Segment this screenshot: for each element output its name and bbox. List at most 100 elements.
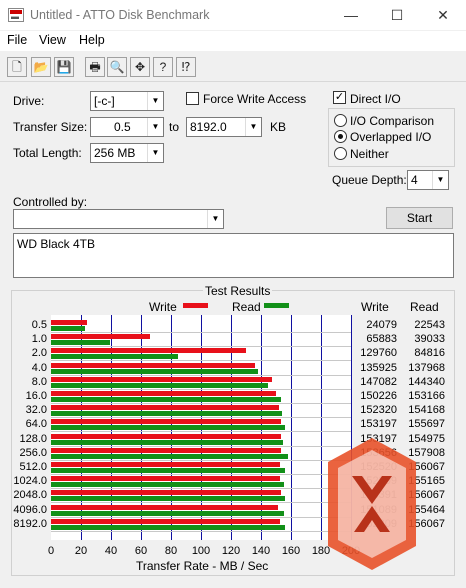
write-bar-64.0 bbox=[51, 419, 281, 425]
read-bar-128.0 bbox=[51, 439, 284, 445]
move-icon[interactable]: ✥ bbox=[130, 57, 150, 77]
write-bar-4096.0 bbox=[51, 504, 278, 510]
read-bar-0.5 bbox=[51, 326, 85, 331]
gridline-horizontal bbox=[51, 388, 351, 390]
controlled-by-label: Controlled by: bbox=[13, 195, 88, 209]
legend-read-label: Read bbox=[232, 300, 261, 314]
open-folder-icon[interactable]: 📂 bbox=[31, 57, 51, 77]
new-file-icon[interactable]: 🗋 bbox=[7, 57, 27, 77]
write-bar-2048.0 bbox=[51, 490, 282, 496]
read-value: 154168 bbox=[408, 404, 445, 417]
menu-help[interactable]: Help bbox=[79, 33, 105, 47]
drive-value: [-c-] bbox=[94, 94, 115, 108]
maximize-button[interactable]: ☐ bbox=[374, 0, 420, 30]
write-value: 65883 bbox=[366, 333, 397, 346]
read-value: 155697 bbox=[408, 418, 445, 431]
print-preview-icon[interactable]: 🔍 bbox=[107, 57, 127, 77]
read-value: 39033 bbox=[414, 333, 445, 346]
save-icon[interactable]: 💾 bbox=[54, 57, 74, 77]
gridline-horizontal bbox=[51, 445, 351, 447]
x-tick-label: 160 bbox=[281, 545, 301, 557]
help-icon[interactable]: ? bbox=[153, 57, 173, 77]
controlled-by-select[interactable]: ▼ bbox=[13, 209, 224, 229]
io-comparison-radio[interactable] bbox=[334, 114, 347, 127]
chevron-down-icon: ▼ bbox=[245, 118, 261, 136]
transfer-from-select[interactable]: 0.5 ▼ bbox=[90, 117, 164, 137]
read-bar-1024.0 bbox=[51, 482, 284, 488]
menu-file[interactable]: File bbox=[7, 33, 27, 47]
category-label: 8.0 bbox=[31, 375, 47, 388]
gridline-vertical bbox=[291, 315, 292, 540]
total-length-select[interactable]: 256 MB ▼ bbox=[90, 143, 164, 163]
legend-read-swatch bbox=[264, 303, 289, 308]
description-text: WD Black 4TB bbox=[17, 237, 96, 251]
menu-view[interactable]: View bbox=[39, 33, 66, 47]
transfer-to-select[interactable]: 8192.0 ▼ bbox=[186, 117, 262, 137]
force-write-checkbox[interactable] bbox=[186, 92, 199, 105]
read-value: 84816 bbox=[414, 347, 445, 360]
write-bar-16.0 bbox=[51, 391, 277, 396]
x-tick-label: 0 bbox=[47, 545, 55, 557]
write-bar-32.0 bbox=[51, 405, 280, 411]
transfer-from-value: 0.5 bbox=[114, 120, 131, 134]
total-length-value: 256 MB bbox=[94, 146, 136, 160]
category-label: 32.0 bbox=[25, 404, 47, 417]
gridline-horizontal bbox=[51, 346, 351, 348]
read-bar-32.0 bbox=[51, 411, 283, 417]
read-bar-8192.0 bbox=[51, 524, 286, 530]
gridline-horizontal bbox=[51, 474, 351, 475]
transfer-size-label: Transfer Size: bbox=[13, 120, 88, 134]
write-bar-0.5 bbox=[51, 320, 88, 325]
minimize-button[interactable]: — bbox=[328, 0, 374, 30]
x-tick-label: 40 bbox=[104, 545, 118, 557]
drive-select[interactable]: [-c-] ▼ bbox=[90, 91, 164, 111]
x-tick-label: 60 bbox=[134, 545, 148, 557]
category-label: 128.0 bbox=[19, 432, 47, 445]
gridline-horizontal bbox=[51, 332, 351, 333]
read-bar-512.0 bbox=[51, 468, 286, 473]
gridline-horizontal bbox=[51, 488, 351, 490]
chevron-down-icon: ▼ bbox=[432, 171, 448, 189]
print-icon[interactable]: 🖶 bbox=[85, 57, 105, 77]
direct-io-label: Direct I/O bbox=[350, 92, 401, 106]
write-bar-8.0 bbox=[51, 376, 272, 382]
x-axis-label: Transfer Rate - MB / Sec bbox=[136, 559, 269, 573]
column-write-header: Write bbox=[361, 300, 389, 314]
read-bar-64.0 bbox=[51, 425, 285, 431]
force-write-label: Force Write Access bbox=[203, 92, 307, 106]
neither-radio[interactable] bbox=[334, 147, 347, 160]
gridline-horizontal bbox=[51, 417, 351, 419]
chart-plot-area bbox=[51, 315, 352, 540]
read-bar-8.0 bbox=[51, 382, 268, 388]
write-value: 152320 bbox=[360, 404, 397, 417]
gridline-horizontal bbox=[51, 403, 351, 404]
close-button[interactable]: ✕ bbox=[420, 0, 466, 30]
read-value: 137968 bbox=[408, 361, 445, 374]
context-help-icon[interactable]: ⁉ bbox=[176, 57, 196, 77]
description-textarea[interactable]: WD Black 4TB bbox=[13, 233, 454, 278]
drive-label: Drive: bbox=[13, 94, 45, 108]
gridline-horizontal bbox=[51, 530, 351, 532]
write-bar-4.0 bbox=[51, 362, 255, 368]
category-label: 8192.0 bbox=[13, 517, 47, 530]
chevron-down-icon: ▼ bbox=[207, 210, 223, 228]
write-bar-256.0 bbox=[51, 447, 282, 453]
watermark-logo bbox=[328, 438, 416, 570]
x-tick-label: 80 bbox=[164, 545, 178, 557]
write-value: 24079 bbox=[366, 319, 397, 331]
write-bar-8192.0 bbox=[51, 518, 281, 524]
overlapped-io-radio[interactable] bbox=[334, 130, 347, 143]
queue-depth-value: 4 bbox=[411, 173, 418, 187]
window-title: Untitled - ATTO Disk Benchmark bbox=[30, 8, 210, 22]
category-label: 1.0 bbox=[31, 333, 47, 346]
menu-bar bbox=[0, 31, 466, 51]
queue-depth-select[interactable]: 4 ▼ bbox=[407, 170, 449, 190]
read-bar-4.0 bbox=[51, 368, 258, 374]
write-value: 150226 bbox=[360, 390, 397, 402]
x-tick-label: 120 bbox=[221, 545, 241, 557]
neither-label: Neither bbox=[350, 147, 389, 161]
x-tick-label: 100 bbox=[191, 545, 211, 557]
start-button[interactable]: Start bbox=[386, 207, 453, 229]
read-bar-2048.0 bbox=[51, 496, 286, 502]
direct-io-checkbox[interactable]: ✓ bbox=[333, 91, 346, 104]
